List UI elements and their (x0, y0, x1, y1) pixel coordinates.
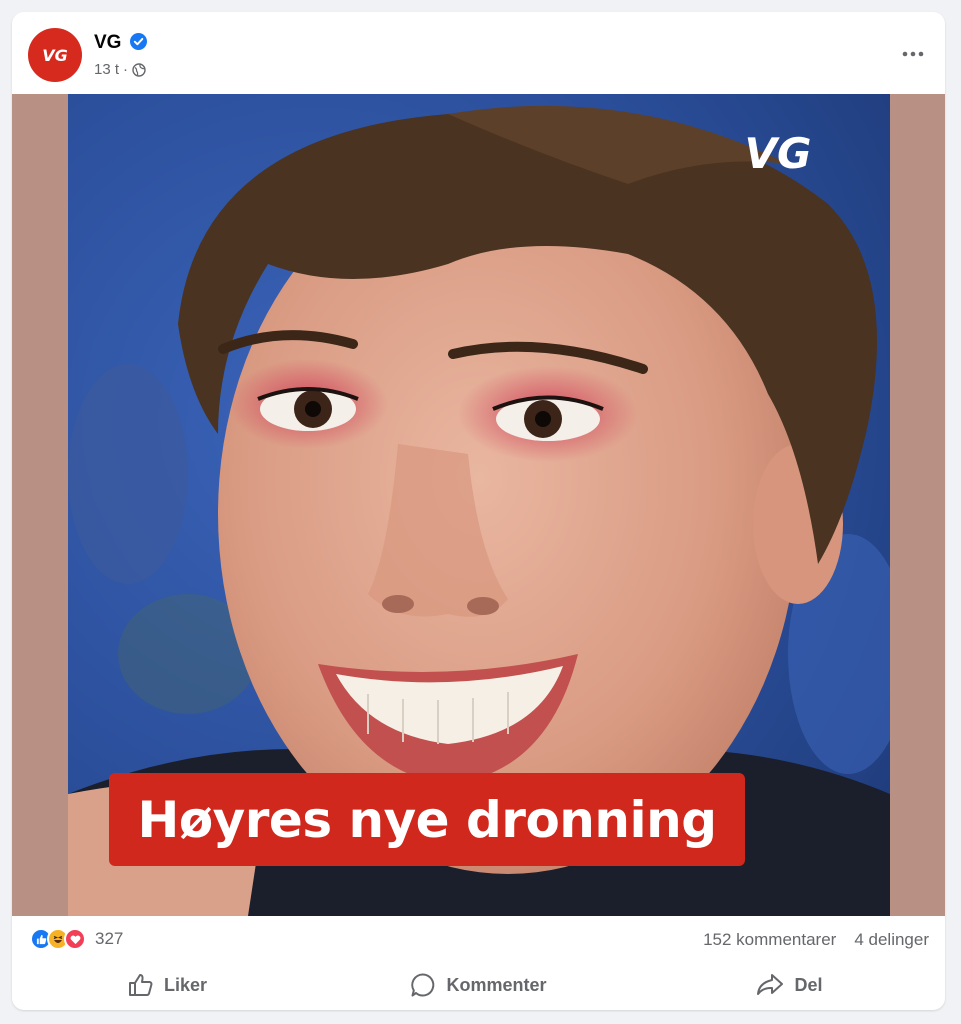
caption-banner: Høyres nye dronning (109, 773, 745, 866)
post-photo[interactable]: VG Høyres nye dronning (68, 94, 890, 916)
engagement-stats: 152 kommentarer 4 delinger (703, 930, 929, 950)
svg-text:VG: VG (745, 134, 812, 174)
like-button[interactable]: Liker (12, 964, 323, 1006)
comment-button[interactable]: Kommenter (323, 964, 634, 1006)
author-name[interactable]: VG (94, 32, 121, 54)
vg-logo-icon: VG (42, 46, 68, 65)
comment-icon (411, 973, 435, 997)
page-avatar[interactable]: VG (28, 28, 82, 82)
comment-label: Kommenter (446, 974, 547, 995)
thumbs-up-icon (128, 974, 153, 996)
love-reaction-icon (64, 928, 86, 950)
svg-text:VG: VG (42, 46, 68, 65)
globe-icon (132, 62, 146, 77)
share-icon (757, 974, 784, 995)
like-label: Liker (163, 974, 208, 995)
post-time[interactable]: 13 t (94, 61, 119, 78)
more-icon (902, 51, 924, 57)
share-label: Del (794, 974, 823, 995)
vg-watermark-icon: VG (745, 134, 812, 174)
post-media[interactable]: VG Høyres nye dronning (12, 94, 945, 916)
more-options-button[interactable] (895, 36, 931, 72)
shares-count[interactable]: 4 delinger (854, 930, 929, 950)
post-actions: Liker Kommenter Del (12, 964, 945, 1006)
post-card: VG VG 13 t · VG Høyres nye dronning 327 … (12, 12, 945, 1010)
comments-count[interactable]: 152 kommentarer (703, 930, 836, 950)
reactions-summary[interactable]: 327 (30, 928, 123, 950)
reaction-count[interactable]: 327 (95, 929, 123, 949)
share-button[interactable]: Del (634, 964, 945, 1006)
post-meta: 13 t · (94, 61, 146, 78)
meta-separator: · (123, 61, 129, 78)
verified-badge-icon (130, 33, 147, 50)
caption-text: Høyres nye dronning (137, 790, 717, 849)
